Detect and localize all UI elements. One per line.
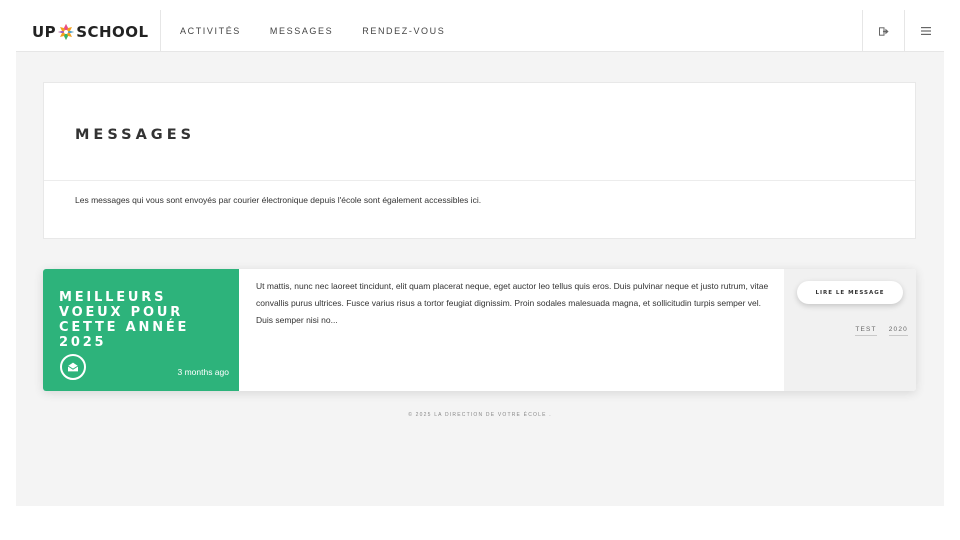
tag-test[interactable]: TEST: [855, 326, 877, 336]
message-card-title-block: MEILLEURS VOEUX POUR CETTE ANNÉE 2025 3 …: [43, 269, 239, 391]
logo-text-left: UP: [32, 23, 57, 41]
messages-header-panel: MESSAGES Les messages qui vous sont envo…: [43, 82, 916, 239]
main-nav: ACTIVITÉS MESSAGES RENDEZ-VOUS: [180, 10, 474, 52]
top-navigation-bar: UP SCHOOL ACTIVITÉS MESSAGES RENDEZ-VOUS: [16, 10, 944, 52]
logo-puzzle-icon: [57, 23, 75, 41]
menu-button[interactable]: [904, 10, 946, 52]
logo-divider: [160, 10, 161, 52]
message-title: MEILLEURS VOEUX POUR CETTE ANNÉE 2025: [59, 290, 190, 350]
menu-icon: [920, 27, 931, 35]
upschool-logo[interactable]: UP SCHOOL: [32, 23, 149, 41]
read-message-button[interactable]: LIRE LE MESSAGE: [797, 281, 903, 304]
page-title: MESSAGES: [75, 127, 196, 143]
tag-2020[interactable]: 2020: [888, 326, 908, 336]
logo-text-right: SCHOOL: [76, 23, 149, 41]
message-excerpt: Ut mattis, nunc nec laoreet tincidunt, e…: [256, 281, 769, 325]
logout-icon: [878, 26, 889, 36]
nav-rendez-vous[interactable]: RENDEZ-VOUS: [362, 26, 445, 36]
message-tags: TEST 2020: [843, 326, 908, 336]
app-window: UP SCHOOL ACTIVITÉS MESSAGES RENDEZ-VOUS: [16, 10, 944, 506]
open-envelope-icon: [60, 354, 86, 380]
panel-divider: [44, 180, 915, 181]
message-time: 3 months ago: [177, 367, 229, 377]
logout-button[interactable]: [862, 10, 904, 52]
message-card: MEILLEURS VOEUX POUR CETTE ANNÉE 2025 3 …: [43, 269, 916, 391]
nav-activites[interactable]: ACTIVITÉS: [180, 26, 241, 36]
page-description: Les messages qui vous sont envoyés par c…: [75, 195, 482, 205]
message-card-actions: LIRE LE MESSAGE TEST 2020: [784, 269, 916, 391]
page-footer: © 2025 LA DIRECTION DE VOTRE ÉCOLE .: [408, 412, 552, 418]
nav-messages[interactable]: MESSAGES: [270, 26, 333, 36]
